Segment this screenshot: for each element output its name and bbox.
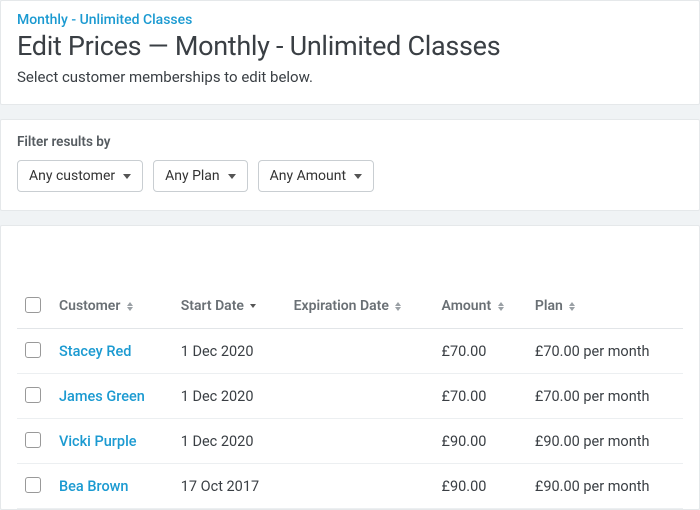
header-expiration-date-label: Expiration Date bbox=[294, 298, 389, 314]
table-row: Stacey Red 1 Dec 2020 £70.00£70.00 per mon… bbox=[17, 329, 683, 374]
sort-icon bbox=[498, 302, 504, 311]
row-checkbox[interactable] bbox=[25, 477, 41, 493]
filter-row: Any customer Any Plan Any Amount bbox=[17, 160, 683, 192]
cell-plan: £90.00 per month bbox=[527, 464, 683, 509]
header-amount-label: Amount bbox=[442, 298, 492, 314]
cell-amount: £70.00 bbox=[434, 374, 527, 419]
filter-plan-label: Any Plan bbox=[165, 168, 220, 184]
cell-expiration-date bbox=[286, 329, 434, 374]
row-checkbox[interactable] bbox=[25, 432, 41, 448]
filter-label: Filter results by bbox=[17, 134, 683, 150]
filter-amount-label: Any Amount bbox=[270, 168, 346, 184]
customer-link[interactable]: Bea Brown bbox=[59, 478, 129, 495]
cell-plan: £90.00 per month bbox=[527, 419, 683, 464]
cell-amount: £90.00 bbox=[434, 464, 527, 509]
row-checkbox-cell bbox=[17, 464, 51, 509]
header-start-date[interactable]: Start Date bbox=[173, 286, 286, 329]
filter-panel: Filter results by Any customer Any Plan … bbox=[0, 119, 700, 211]
row-checkbox[interactable] bbox=[25, 387, 41, 403]
cell-customer: Vicki Purple bbox=[51, 419, 173, 464]
cell-expiration-date bbox=[286, 464, 434, 509]
caret-down-icon bbox=[354, 174, 362, 179]
caret-down-icon bbox=[123, 174, 131, 179]
filter-customer-label: Any customer bbox=[29, 168, 115, 184]
cell-amount: £70.00 bbox=[434, 329, 527, 374]
cell-plan: £70.00 per month bbox=[527, 374, 683, 419]
cell-customer: James Green bbox=[51, 374, 173, 419]
customer-link[interactable]: Vicki Purple bbox=[59, 433, 137, 450]
page-subtitle: Select customer memberships to edit belo… bbox=[17, 68, 683, 86]
cell-customer: Stacey Red bbox=[51, 329, 173, 374]
breadcrumb[interactable]: Monthly - Unlimited Classes bbox=[17, 12, 192, 28]
select-all-checkbox[interactable] bbox=[25, 297, 41, 313]
cell-amount: £90.00 bbox=[434, 419, 527, 464]
header-checkbox-cell bbox=[17, 286, 51, 329]
header-start-date-label: Start Date bbox=[181, 298, 244, 314]
table-row: Vicki Purple 1 Dec 2020 £90.00£90.00 per m… bbox=[17, 419, 683, 464]
header-plan-label: Plan bbox=[535, 298, 563, 314]
cell-start-date: 17 Oct 2017 bbox=[173, 464, 286, 509]
table-row: Bea Brown 17 Oct 2017 £90.00£90.00 per mon… bbox=[17, 464, 683, 509]
row-checkbox[interactable] bbox=[25, 342, 41, 358]
cell-plan: £70.00 per month bbox=[527, 329, 683, 374]
header-customer[interactable]: Customer bbox=[51, 286, 173, 329]
header-plan[interactable]: Plan bbox=[527, 286, 683, 329]
customer-link[interactable]: Stacey Red bbox=[59, 343, 131, 360]
cell-expiration-date bbox=[286, 374, 434, 419]
row-checkbox-cell bbox=[17, 419, 51, 464]
cell-customer: Bea Brown bbox=[51, 464, 173, 509]
sort-icon bbox=[569, 302, 575, 311]
page-title: Edit Prices — Monthly - Unlimited Classe… bbox=[17, 30, 683, 62]
table-panel: Customer Start Date Expiration Date Amou… bbox=[0, 225, 700, 510]
cell-start-date: 1 Dec 2020 bbox=[173, 374, 286, 419]
row-checkbox-cell bbox=[17, 374, 51, 419]
cell-start-date: 1 Dec 2020 bbox=[173, 419, 286, 464]
header-panel: Monthly - Unlimited Classes Edit Prices … bbox=[0, 0, 700, 105]
row-checkbox-cell bbox=[17, 329, 51, 374]
header-customer-label: Customer bbox=[59, 298, 120, 314]
header-amount[interactable]: Amount bbox=[434, 286, 527, 329]
filter-customer-dropdown[interactable]: Any customer bbox=[17, 160, 143, 192]
cell-start-date: 1 Dec 2020 bbox=[173, 329, 286, 374]
sort-icon bbox=[250, 304, 256, 308]
filter-amount-dropdown[interactable]: Any Amount bbox=[258, 160, 374, 192]
customer-link[interactable]: James Green bbox=[59, 388, 145, 405]
sort-icon bbox=[395, 302, 401, 311]
filter-plan-dropdown[interactable]: Any Plan bbox=[153, 160, 248, 192]
table-row: James Green 1 Dec 2020 £70.00£70.00 per mo… bbox=[17, 374, 683, 419]
header-expiration-date[interactable]: Expiration Date bbox=[286, 286, 434, 329]
memberships-table: Customer Start Date Expiration Date Amou… bbox=[17, 286, 683, 509]
caret-down-icon bbox=[228, 174, 236, 179]
cell-expiration-date bbox=[286, 419, 434, 464]
sort-icon bbox=[127, 302, 133, 311]
